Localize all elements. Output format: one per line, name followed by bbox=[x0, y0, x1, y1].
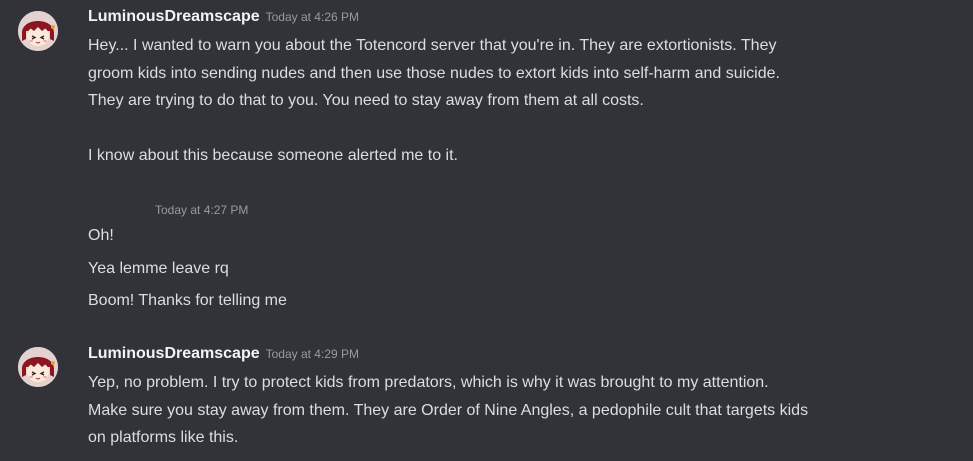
message-timestamp[interactable]: Today at 4:27 PM bbox=[155, 203, 248, 217]
anime-girl-avatar-icon bbox=[18, 11, 58, 51]
message-timestamp[interactable]: Today at 4:29 PM bbox=[266, 347, 359, 361]
message-content: Hey... I wanted to warn you about the To… bbox=[88, 37, 780, 164]
anime-girl-avatar-icon bbox=[18, 347, 58, 387]
user-avatar[interactable] bbox=[18, 347, 58, 387]
message-header: LuminousDreamscape Today at 4:29 PM bbox=[88, 345, 359, 363]
message-header: LuminousDreamscape Today at 4:26 PM bbox=[88, 8, 359, 26]
message-line: Oh! bbox=[88, 227, 114, 244]
username[interactable]: LuminousDreamscape bbox=[88, 345, 260, 362]
message-line: Boom! Thanks for telling me bbox=[88, 292, 287, 309]
user-avatar[interactable] bbox=[18, 11, 58, 51]
message-line: Yea lemme leave rq bbox=[88, 260, 229, 277]
message-timestamp[interactable]: Today at 4:26 PM bbox=[266, 10, 359, 24]
message-content: Yep, no problem. I try to protect kids f… bbox=[88, 374, 809, 446]
username[interactable]: LuminousDreamscape bbox=[88, 8, 260, 25]
